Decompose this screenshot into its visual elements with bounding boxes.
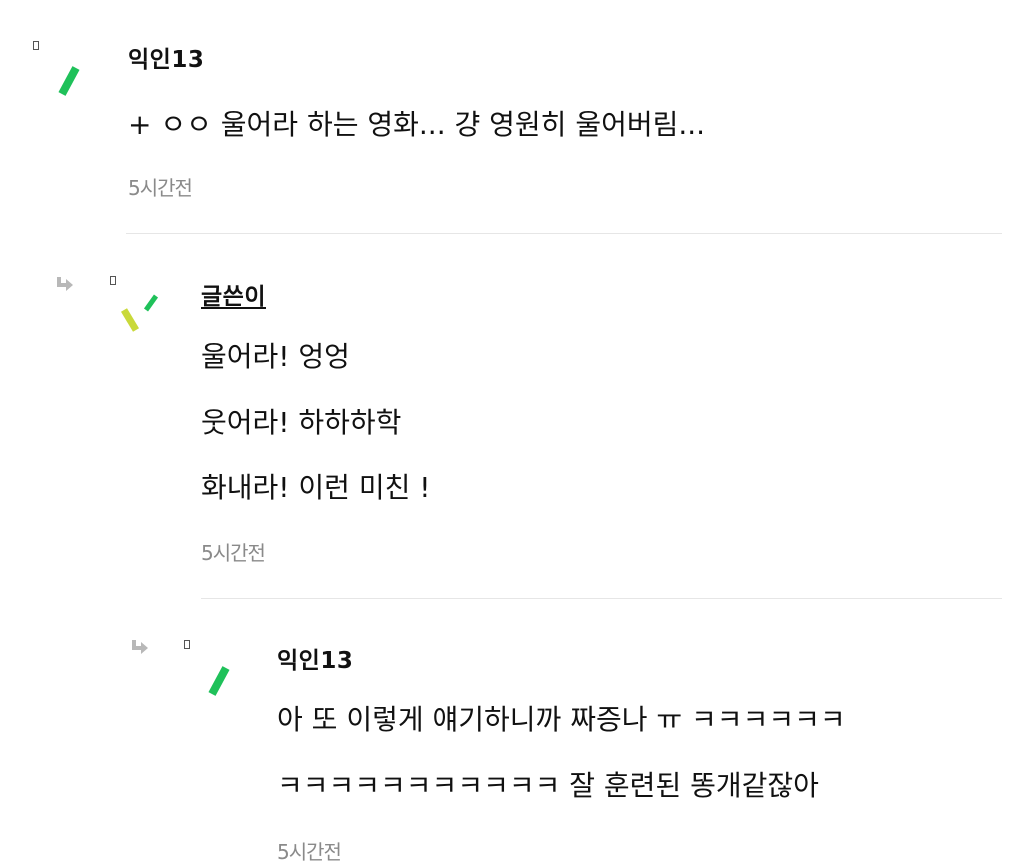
reply-arrow-icon [132, 640, 148, 654]
comment-text-line: ㅋㅋㅋㅋㅋㅋㅋㅋㅋㅋㅋ 잘 훈련된 똥개같잖아 [277, 769, 819, 802]
comment-author[interactable]: 익인13 [277, 641, 353, 675]
comment-menu-icon[interactable] [184, 640, 190, 649]
anonymous-avatar-icon [208, 666, 230, 696]
comment-3-reply: 익인13 아 또 이렇게 얘기하니까 짜증나 ㅠ ㅋㅋㅋㅋㅋㅋ ㅋㅋㅋㅋㅋㅋㅋㅋ… [0, 0, 1024, 867]
comment-timestamp: 5시간전 [277, 840, 342, 864]
comment-text-line: 아 또 이렇게 얘기하니까 짜증나 ㅠ ㅋㅋㅋㅋㅋㅋ [277, 703, 846, 736]
